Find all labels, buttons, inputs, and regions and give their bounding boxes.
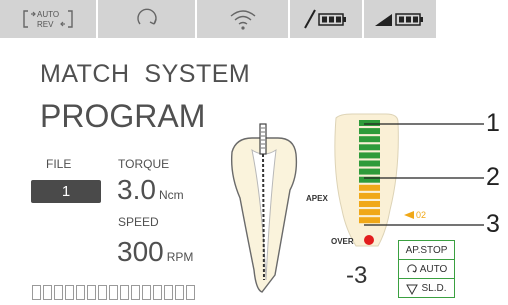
mode-auto[interactable]: AUTO	[399, 260, 454, 279]
apex-bar-green	[359, 128, 380, 135]
over-indicator-dot	[364, 235, 374, 245]
apex-bar-yellow	[359, 184, 380, 191]
apex-bar-green	[359, 136, 380, 143]
apex-bar-green	[359, 144, 380, 151]
tooth-illustration	[230, 123, 298, 293]
apex-bar-green	[359, 120, 380, 126]
apex-bar-yellow	[359, 201, 380, 207]
mode-auto-label: AUTO	[419, 263, 448, 275]
apex-bar-green	[359, 160, 380, 167]
marker-arrow-icon	[404, 211, 414, 219]
apex-bar-green	[359, 152, 380, 159]
apex-bar-green	[359, 168, 380, 175]
mode-sl-d-label: SL.D.	[421, 283, 447, 294]
mode-ap-stop-label: AP.STOP	[405, 244, 448, 256]
mode-ap-stop[interactable]: AP.STOP	[399, 241, 454, 260]
mode-sl-d[interactable]: SL.D.	[399, 279, 454, 298]
triangle-down-icon	[406, 284, 419, 295]
apex-bar-yellow	[359, 209, 380, 216]
callout-number-2: 2	[486, 163, 500, 191]
apex-bar-yellow	[359, 192, 380, 199]
callout-number-1: 1	[486, 109, 500, 137]
over-label: OVER	[331, 237, 354, 246]
apex-label: APEX	[306, 194, 328, 203]
apex-bar-yellow	[359, 217, 380, 224]
callout-number-3: 3	[486, 210, 500, 238]
marker-value: 02	[416, 210, 426, 220]
apex-reading: -3	[346, 262, 368, 289]
rotation-small-icon	[406, 264, 417, 273]
mode-panel: AP.STOP AUTO SL.D.	[398, 240, 455, 298]
